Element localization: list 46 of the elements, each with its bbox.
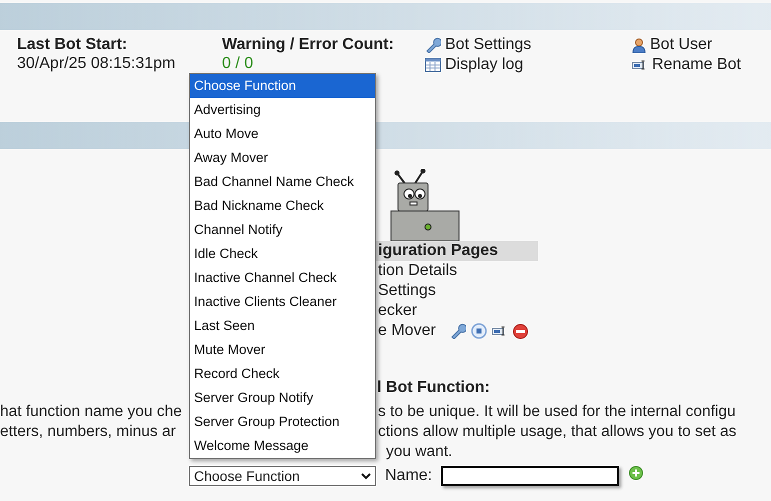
- section-heading: l Bot Function:: [377, 378, 490, 398]
- config-link[interactable]: ecker: [378, 301, 418, 321]
- config-link[interactable]: tion Details: [378, 261, 458, 281]
- dropdown-option[interactable]: Channel Notify: [190, 218, 375, 242]
- dropdown-option[interactable]: Inactive Channel Check: [190, 266, 375, 290]
- dropdown-option[interactable]: Mute Mover: [190, 338, 375, 362]
- chevron-icon: [361, 472, 371, 480]
- add-icon[interactable]: [629, 466, 644, 480]
- user-icon[interactable]: [632, 38, 646, 52]
- dropdown-option[interactable]: Server Group Protection: [190, 410, 375, 434]
- wrench-icon[interactable]: [425, 37, 441, 53]
- description-text: hat function name you che: [0, 403, 182, 420]
- dropdown-option[interactable]: Auto Move: [190, 122, 375, 146]
- description-text: etters, numbers, minus ar: [0, 423, 176, 440]
- dropdown-option[interactable]: Advertising: [190, 98, 375, 122]
- warning-count-value: 0 / 0: [222, 54, 254, 73]
- dropdown-option[interactable]: Last Seen: [190, 314, 375, 338]
- menu-link[interactable]: Bot Settings: [445, 35, 532, 55]
- dropdown-option[interactable]: Record Check: [190, 362, 375, 386]
- dropdown-option[interactable]: Away Mover: [190, 146, 375, 170]
- dropdown-option[interactable]: Welcome Message: [190, 434, 375, 458]
- name-input[interactable]: [441, 466, 620, 486]
- warning-count-label: Warning / Error Count:: [222, 35, 395, 54]
- menu-link[interactable]: Bot User: [650, 35, 712, 55]
- menu-link[interactable]: Rename Bot: [652, 55, 741, 75]
- dropdown-option[interactable]: Inactive Clients Cleaner: [190, 290, 375, 314]
- last-start-label: Last Bot Start:: [17, 35, 128, 54]
- wrench-icon[interactable]: [450, 323, 466, 339]
- menu-link[interactable]: Display log: [445, 55, 524, 75]
- radio-icon[interactable]: [470, 323, 487, 339]
- table-icon[interactable]: [425, 58, 441, 72]
- dropdown-option[interactable]: Choose Function: [190, 74, 375, 98]
- section-heading: iguration Pages: [376, 241, 538, 261]
- description-text: you want.: [386, 442, 452, 462]
- dropdown-option[interactable]: Server Group Notify: [190, 386, 375, 410]
- last-start-value: 30/Apr/25 08:15:31pm: [17, 54, 176, 73]
- name-label: Name:: [385, 467, 432, 485]
- description-text: s to be unique. It will be used for the internal configu: [378, 402, 736, 422]
- function-select[interactable]: Choose Function: [189, 466, 376, 486]
- dropdown-option[interactable]: Idle Check: [190, 242, 375, 266]
- config-link[interactable]: Settings: [378, 281, 436, 301]
- config-link[interactable]: e Mover: [378, 321, 436, 341]
- description-text: ctions allow multiple usage, that allows you to set as: [378, 422, 736, 442]
- dropdown-option[interactable]: Bad Nickname Check: [190, 194, 375, 218]
- remove-icon[interactable]: [512, 324, 528, 338]
- dropdown-option[interactable]: Bad Channel Name Check: [190, 170, 375, 194]
